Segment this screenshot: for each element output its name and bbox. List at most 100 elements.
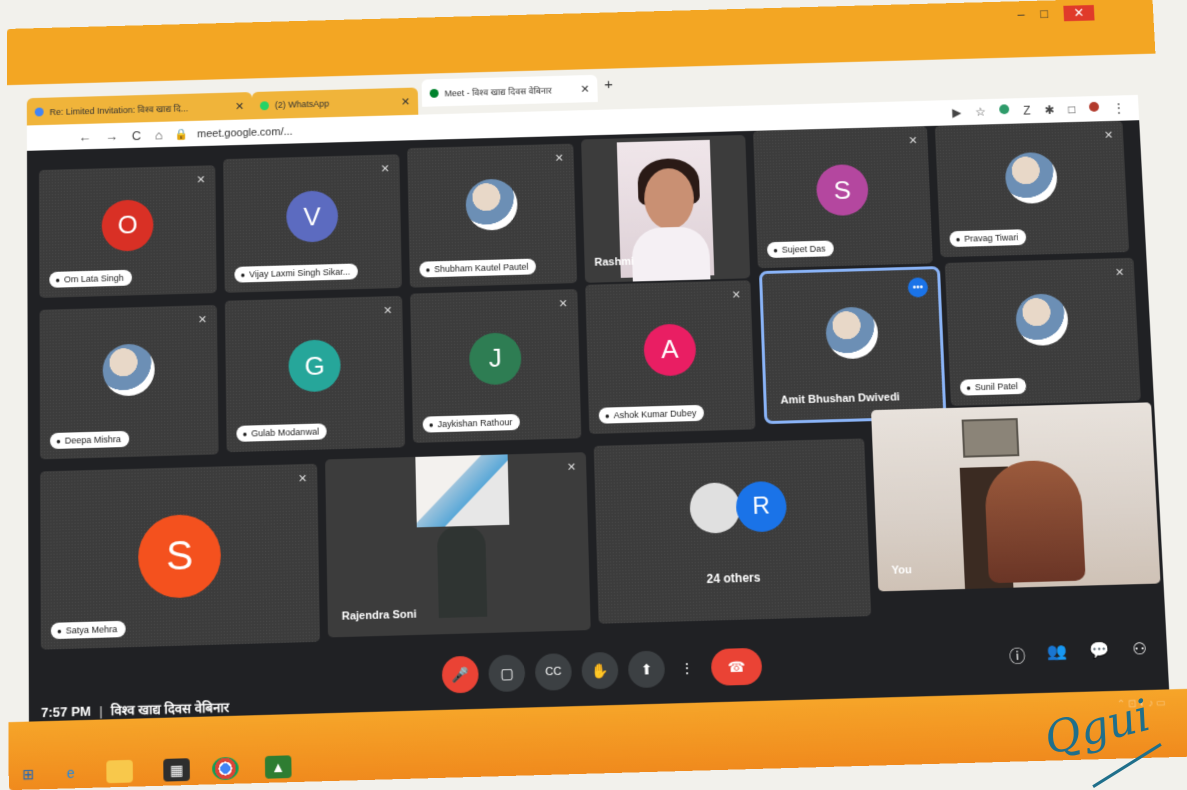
puzzle-icon[interactable]: ✱ (1044, 103, 1055, 117)
others-count: 24 others (706, 570, 761, 587)
participant-tile[interactable]: G ✕ ● Gulab Modanwal (224, 295, 406, 453)
pin-icon[interactable]: ● (57, 627, 62, 636)
self-view-tile[interactable]: You (871, 402, 1161, 592)
participant-photo (102, 343, 155, 397)
minimize-button[interactable]: – (1017, 7, 1025, 23)
pin-icon[interactable]: ● (966, 383, 971, 392)
participant-name: ● Vijay Laxmi Singh Sikar... (234, 263, 359, 283)
muted-icon: ✕ (197, 314, 208, 327)
participant-name: ● Pravag Tiwari (949, 229, 1027, 248)
separator: | (98, 703, 103, 719)
participant-photo (1004, 152, 1059, 205)
file-explorer-icon[interactable] (106, 759, 133, 784)
extension-icon[interactable] (999, 104, 1010, 115)
pin-icon[interactable]: ● (56, 437, 61, 446)
participant-photo (825, 306, 879, 360)
participant-tile[interactable]: O ✕ ● Om Lata Singh (38, 165, 217, 298)
participant-tile[interactable]: ✕ ● Sunil Patel (944, 257, 1141, 406)
participant-video (415, 454, 510, 528)
menu-icon[interactable]: ⋮ (1113, 101, 1126, 115)
participant-name: ● Shubham Kautel Pautel (419, 258, 537, 278)
participant-name: ● Satya Mehra (50, 620, 126, 640)
participant-name-text: Deepa Mishra (64, 434, 122, 446)
participant-name: ● Gulab Modanwal (236, 423, 328, 442)
windows-start-icon[interactable]: ⊞ (15, 762, 42, 785)
avatar: A (643, 322, 697, 377)
maximize-button[interactable]: □ (1040, 6, 1048, 22)
activities-icon[interactable]: ⚇ (1132, 639, 1148, 664)
extensions-bar: ▶ ☆ Z ✱ □ ⋮ (952, 101, 1139, 120)
participant-tile[interactable]: Rashmi (581, 134, 751, 283)
home-icon[interactable]: ⌂ (155, 127, 163, 142)
avatar: G (288, 339, 341, 393)
pin-icon[interactable]: ● (242, 430, 247, 439)
participant-tile-active-speaker[interactable]: ••• Amit Bhushan Dwivedi (758, 266, 947, 425)
participant-name: Rashmi (594, 255, 635, 269)
lock-icon: 🔒 (174, 128, 189, 141)
app-icon[interactable]: ▲ (264, 755, 292, 779)
ie-icon[interactable]: e (58, 761, 85, 784)
people-icon[interactable]: 👥 (1047, 641, 1068, 666)
participant-photo (465, 178, 519, 231)
chat-icon[interactable]: 💬 (1089, 640, 1111, 665)
pin-icon[interactable]: ● (240, 271, 245, 280)
back-icon[interactable]: ← (78, 129, 91, 144)
participant-tile[interactable]: ✕ ● Pravag Tiwari (934, 120, 1130, 258)
browser-tab-meet[interactable]: Meet - विश्व खाद्य दिवस वेबिनार ✕ (421, 74, 598, 107)
pin-icon[interactable]: ● (425, 265, 430, 274)
close-icon[interactable]: ✕ (580, 82, 589, 95)
self-video (871, 402, 1161, 592)
participant-tile[interactable]: S ✕ ● Satya Mehra (40, 463, 320, 650)
zotero-icon[interactable]: Z (1023, 104, 1031, 118)
raise-hand-button[interactable]: ✋ (581, 651, 619, 690)
mic-muted-button[interactable]: 🎤 (441, 655, 479, 694)
participant-name-text: Vijay Laxmi Singh Sikar... (249, 266, 351, 280)
profile-avatar[interactable] (1088, 101, 1100, 112)
close-window-button[interactable]: ✕ (1063, 4, 1095, 22)
more-options-button[interactable]: ••• (907, 277, 929, 298)
participant-name: You (891, 564, 912, 577)
url-field[interactable]: 🔒 meet.google.com/... (174, 125, 293, 141)
nav-buttons: ← → C ⌂ (27, 127, 175, 146)
pin-icon[interactable]: ● (773, 246, 778, 255)
participant-tile[interactable]: J ✕ ● Jaykishan Rathour (410, 288, 582, 443)
new-tab-button[interactable]: + (604, 76, 613, 93)
participant-tile-others[interactable]: R 24 others (593, 438, 872, 624)
participant-name-text: Ashok Kumar Dubey (613, 408, 697, 421)
pin-icon[interactable]: ● (955, 235, 960, 244)
present-button[interactable]: ⬆ (627, 650, 666, 689)
store-icon[interactable]: ▦ (163, 758, 190, 782)
participant-tile[interactable]: A ✕ ● Ashok Kumar Dubey (585, 280, 756, 435)
participant-tile[interactable]: S ✕ ● Sujeet Das (752, 126, 933, 269)
participant-tile[interactable]: ✕ ● Deepa Mishra (39, 304, 219, 460)
reload-icon[interactable]: C (132, 128, 141, 143)
star-icon[interactable]: ☆ (975, 105, 986, 119)
avatar: S (815, 163, 870, 217)
browser-tabstrip: – □ ✕ (6, 0, 1156, 86)
info-icon[interactable]: ⓘ (1009, 642, 1026, 667)
url-text: meet.google.com/... (197, 125, 293, 140)
meet-icon (429, 88, 439, 98)
sidepanel-icon[interactable]: □ (1068, 102, 1076, 116)
video-body (631, 226, 711, 283)
more-options-button[interactable]: ⋮ (668, 649, 706, 687)
participant-name-text: Sujeet Das (781, 243, 826, 255)
end-call-button[interactable]: ☎ (710, 647, 763, 686)
chrome-icon[interactable] (212, 756, 239, 781)
participant-name-text: Shubham Kautel Pautel (434, 261, 529, 275)
close-icon[interactable]: ✕ (401, 95, 410, 108)
participant-tile[interactable]: V ✕ ● Vijay Laxmi Singh Sikar... (223, 154, 402, 293)
pin-icon[interactable]: ● (55, 276, 60, 285)
tab-label: Meet - विश्व खाद्य दिवस वेबिनार (444, 85, 552, 98)
pin-icon[interactable]: ● (429, 420, 434, 429)
captions-button[interactable]: CC (534, 653, 573, 691)
participant-name-text: Om Lata Singh (64, 272, 124, 285)
participant-tile[interactable]: ✕ ● Shubham Kautel Pautel (407, 143, 578, 288)
close-icon[interactable]: ✕ (235, 100, 244, 113)
cast-icon[interactable]: ▶ (952, 106, 962, 120)
pin-icon[interactable]: ● (605, 411, 610, 420)
camera-button[interactable]: ▢ (488, 654, 526, 693)
participant-name: ● Jaykishan Rathour (422, 413, 521, 433)
participant-tile[interactable]: ✕ Rajendra Soni (325, 452, 591, 638)
forward-icon[interactable]: → (105, 128, 118, 143)
